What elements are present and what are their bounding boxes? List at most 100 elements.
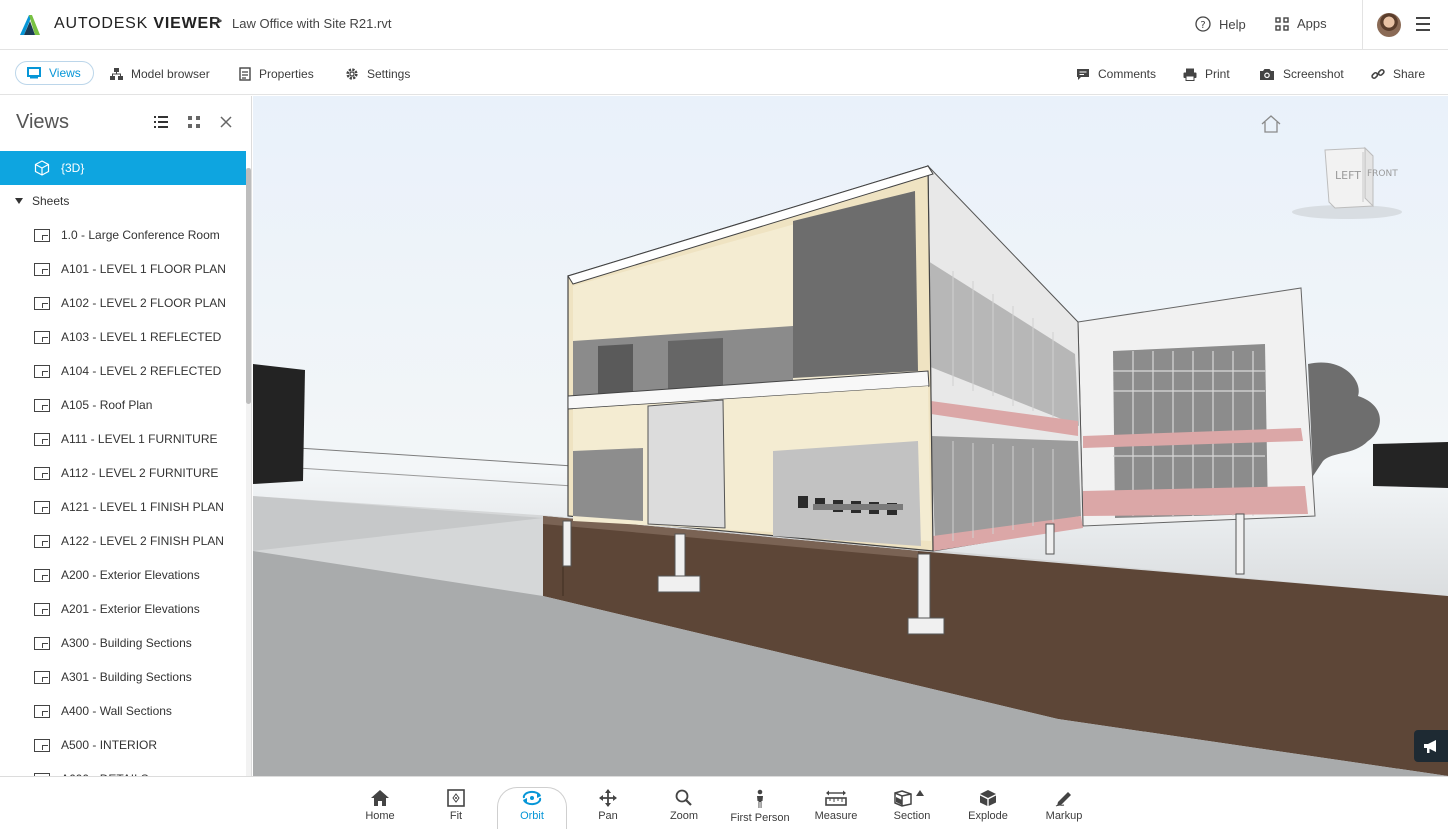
sheet-icon: [34, 568, 50, 582]
tab-views[interactable]: Views: [15, 61, 94, 85]
sheet-icon: [34, 704, 50, 718]
grid-view-icon[interactable]: [186, 114, 202, 130]
zoom-icon: [675, 789, 692, 806]
markup-button[interactable]: Markup: [1028, 789, 1100, 833]
sheet-item[interactable]: A121 - LEVEL 1 FINISH PLAN: [0, 490, 246, 524]
tab-settings[interactable]: Settings: [345, 63, 410, 85]
print-button[interactable]: Print: [1183, 63, 1230, 85]
sheet-icon: [34, 670, 50, 684]
user-avatar[interactable]: [1377, 13, 1401, 37]
comments-label: Comments: [1098, 67, 1157, 81]
megaphone-icon: [1424, 740, 1436, 753]
sheet-item[interactable]: A105 - Roof Plan: [0, 388, 246, 422]
pan-button[interactable]: Pan: [572, 789, 644, 833]
sheet-item[interactable]: A102 - LEVEL 2 FLOOR PLAN: [0, 286, 246, 320]
sheet-item[interactable]: A111 - LEVEL 1 FURNITURE: [0, 422, 246, 456]
orbit-label: Orbit: [520, 810, 544, 822]
fit-button[interactable]: Fit: [420, 789, 492, 833]
sheet-icon: [34, 636, 50, 650]
measure-button[interactable]: Measure: [800, 789, 872, 833]
sheet-item[interactable]: A300 - Building Sections: [0, 626, 246, 660]
person-icon: [757, 789, 763, 808]
help-button[interactable]: ? Help: [1195, 16, 1246, 32]
sheet-icon: [34, 398, 50, 412]
sheet-item[interactable]: A201 - Exterior Elevations: [0, 592, 246, 626]
view-item-3d[interactable]: {3D}: [0, 151, 246, 185]
explode-button[interactable]: Explode: [952, 789, 1024, 833]
close-icon[interactable]: [218, 114, 234, 130]
brand-second: VIEWER: [153, 15, 222, 32]
home-label: Home: [365, 810, 395, 822]
printer-icon: [1183, 68, 1197, 81]
brand-first: AUTODESK: [54, 15, 149, 32]
sheet-item-label: A104 - LEVEL 2 REFLECTED: [61, 364, 222, 378]
svg-text:?: ?: [1200, 20, 1205, 31]
sheet-item-label: A122 - LEVEL 2 FINISH PLAN: [61, 534, 224, 548]
tab-model-browser[interactable]: Model browser: [110, 63, 210, 85]
viewcube-graphic: [1292, 146, 1402, 219]
viewer-toolbar: Views Model browser Properties Settings …: [0, 51, 1448, 95]
orbit-button[interactable]: Orbit: [496, 789, 568, 833]
viewcube-left-face: LEFT: [1335, 169, 1361, 182]
sheet-item[interactable]: A103 - LEVEL 1 REFLECTED: [0, 320, 246, 354]
sheet-icon: [34, 364, 50, 378]
sheet-item[interactable]: A101 - LEVEL 1 FLOOR PLAN: [0, 252, 246, 286]
apps-button[interactable]: Apps: [1275, 16, 1327, 31]
panel-scrollbar-thumb[interactable]: [246, 168, 251, 404]
views-panel-title: Views: [16, 111, 69, 133]
section-icon: [894, 790, 924, 807]
first-person-button[interactable]: First Person: [724, 789, 796, 833]
sheet-item[interactable]: A122 - LEVEL 2 FINISH PLAN: [0, 524, 246, 558]
tab-properties[interactable]: Properties: [239, 63, 314, 85]
sheet-icon: [34, 602, 50, 616]
camera-icon: [1260, 68, 1274, 80]
sheet-item[interactable]: A301 - Building Sections: [0, 660, 246, 694]
sheet-item[interactable]: A104 - LEVEL 2 REFLECTED: [0, 354, 246, 388]
file-name: Law Office with Site R21.rvt: [232, 16, 392, 31]
comments-button[interactable]: Comments: [1076, 63, 1156, 85]
sheets-group-label: Sheets: [32, 194, 70, 208]
sheet-item-label: A103 - LEVEL 1 REFLECTED: [61, 330, 222, 344]
viewcube[interactable]: LEFT FRONT: [1285, 144, 1405, 222]
home-button[interactable]: Home: [344, 789, 416, 833]
brand-name: AUTODESK VIEWER: [54, 15, 221, 33]
home-view-icon[interactable]: [1260, 114, 1282, 134]
view-item-label: {3D}: [61, 161, 85, 175]
list-view-icon[interactable]: [153, 114, 169, 130]
settings-label: Settings: [367, 67, 411, 81]
menu-icon[interactable]: [1416, 17, 1430, 31]
sheet-item[interactable]: A112 - LEVEL 2 FURNITURE: [0, 456, 246, 490]
autodesk-logo-icon[interactable]: [18, 13, 42, 37]
pan-label: Pan: [598, 810, 618, 822]
share-button[interactable]: Share: [1371, 63, 1425, 85]
section-label: Section: [893, 810, 931, 822]
sheet-item[interactable]: A200 - Exterior Elevations: [0, 558, 246, 592]
app-header: AUTODESK VIEWER > Law Office with Site R…: [0, 0, 1448, 50]
feedback-button[interactable]: [1414, 730, 1448, 762]
share-label: Share: [1393, 67, 1426, 81]
sheet-icon: [34, 500, 50, 514]
model-viewport[interactable]: LEFT FRONT: [253, 96, 1448, 776]
sheet-item[interactable]: 1.0 - Large Conference Room: [0, 218, 246, 252]
help-label: Help: [1219, 16, 1246, 32]
sheet-item-label: A112 - LEVEL 2 FURNITURE: [61, 466, 219, 480]
sheet-item-label: A200 - Exterior Elevations: [61, 568, 200, 582]
sheet-item[interactable]: A500 - INTERIOR: [0, 728, 246, 762]
sheet-item[interactable]: A600 - DETAILS: [0, 762, 246, 776]
sheet-item[interactable]: A400 - Wall Sections: [0, 694, 246, 728]
breadcrumb-separator: >: [213, 13, 223, 30]
link-icon: [1371, 68, 1385, 80]
apps-grid-icon: [1275, 16, 1289, 31]
model-browser-icon: [110, 68, 123, 80]
screenshot-label: Screenshot: [1283, 67, 1344, 81]
fit-label: Fit: [449, 810, 463, 822]
apps-label: Apps: [1297, 16, 1327, 31]
orbit-icon: [522, 790, 542, 806]
zoom-button[interactable]: Zoom: [648, 789, 720, 833]
sheets-group-header[interactable]: Sheets: [0, 184, 246, 218]
screenshot-button[interactable]: Screenshot: [1259, 63, 1344, 85]
gear-icon: [346, 68, 358, 80]
section-button[interactable]: Section: [876, 789, 948, 833]
properties-icon: [239, 67, 251, 81]
sheet-item-label: A301 - Building Sections: [61, 670, 192, 684]
